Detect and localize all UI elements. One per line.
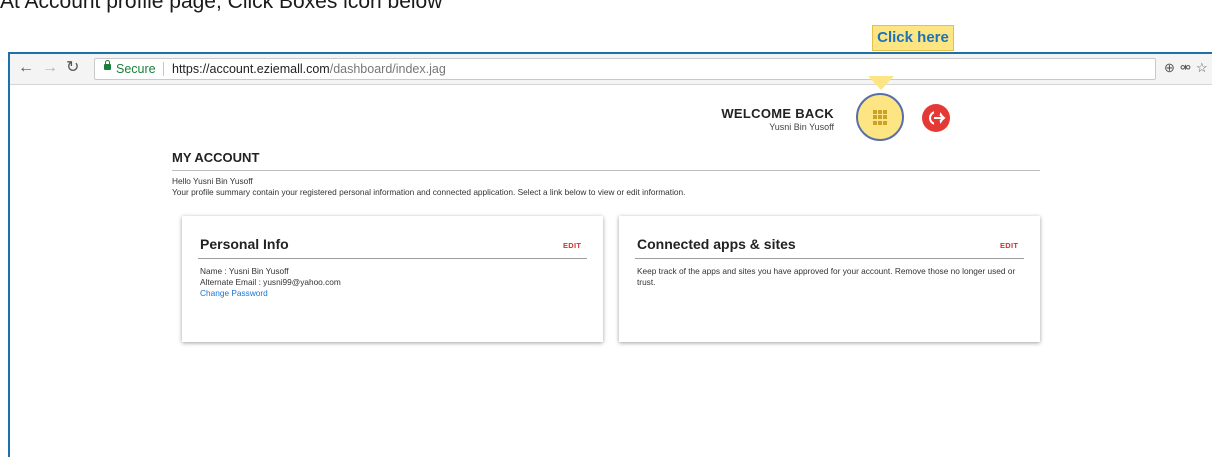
personal-info-edit-link[interactable]: EDIT [563,241,581,250]
back-arrow-icon[interactable]: ← [18,59,34,77]
logout-button[interactable] [922,104,950,132]
personal-info-title: Personal Info [200,236,289,252]
address-bar[interactable]: Secure https://account.eziemall.com/dash… [94,58,1156,80]
key-icon[interactable]: ⚮ [1180,60,1191,76]
name-line: Name : Yusni Bin Yusoff [200,266,289,276]
title-divider [172,170,1040,171]
welcome-block: WELCOME BACK Yusni Bin Yusoff [721,106,834,132]
connected-apps-description-1: Keep track of the apps and sites you hav… [637,266,1016,276]
browser-toolbar: ← → ↻ Secure https://account.eziemall.co… [10,54,1212,85]
connected-apps-edit-link[interactable]: EDIT [1000,241,1018,250]
alternate-email-line: Alternate Email : yusni99@yahoo.com [200,277,341,287]
click-here-callout: Click here [872,25,954,51]
connected-apps-divider [635,258,1024,259]
apps-boxes-button[interactable] [856,93,904,141]
callout-pointer [868,76,894,90]
zoom-icon[interactable]: ⊕ [1164,60,1175,76]
grid-boxes-icon [873,110,888,125]
url-path: /dashboard/index.jag [329,62,446,76]
connected-apps-description-2: trust. [637,277,656,287]
url-text: https://account.eziemall.com/dashboard/i… [172,59,446,79]
connected-apps-title: Connected apps & sites [637,236,796,252]
personal-info-divider [198,258,587,259]
lock-icon [104,60,111,70]
forward-arrow-icon[interactable]: → [42,59,58,77]
welcome-title: WELCOME BACK [721,106,834,121]
my-account-title: MY ACCOUNT [172,150,260,165]
star-bookmark-icon[interactable]: ☆ [1196,60,1208,76]
reload-icon[interactable]: ↻ [66,59,79,77]
secure-label: Secure [116,62,156,76]
welcome-user-name: Yusni Bin Yusoff [769,122,834,132]
instruction-text: At Account profile page, Click Boxes ico… [0,0,443,13]
profile-summary-text: Your profile summary contain your regist… [172,187,686,197]
connected-apps-card: Connected apps & sites EDIT Keep track o… [619,216,1040,342]
address-separator [163,62,164,76]
change-password-link[interactable]: Change Password [200,288,268,298]
personal-info-card: Personal Info EDIT Name : Yusni Bin Yuso… [182,216,603,342]
url-domain: https://account.eziemall.com [172,62,330,76]
hello-text: Hello Yusni Bin Yusoff [172,176,253,186]
logout-icon [929,111,946,125]
